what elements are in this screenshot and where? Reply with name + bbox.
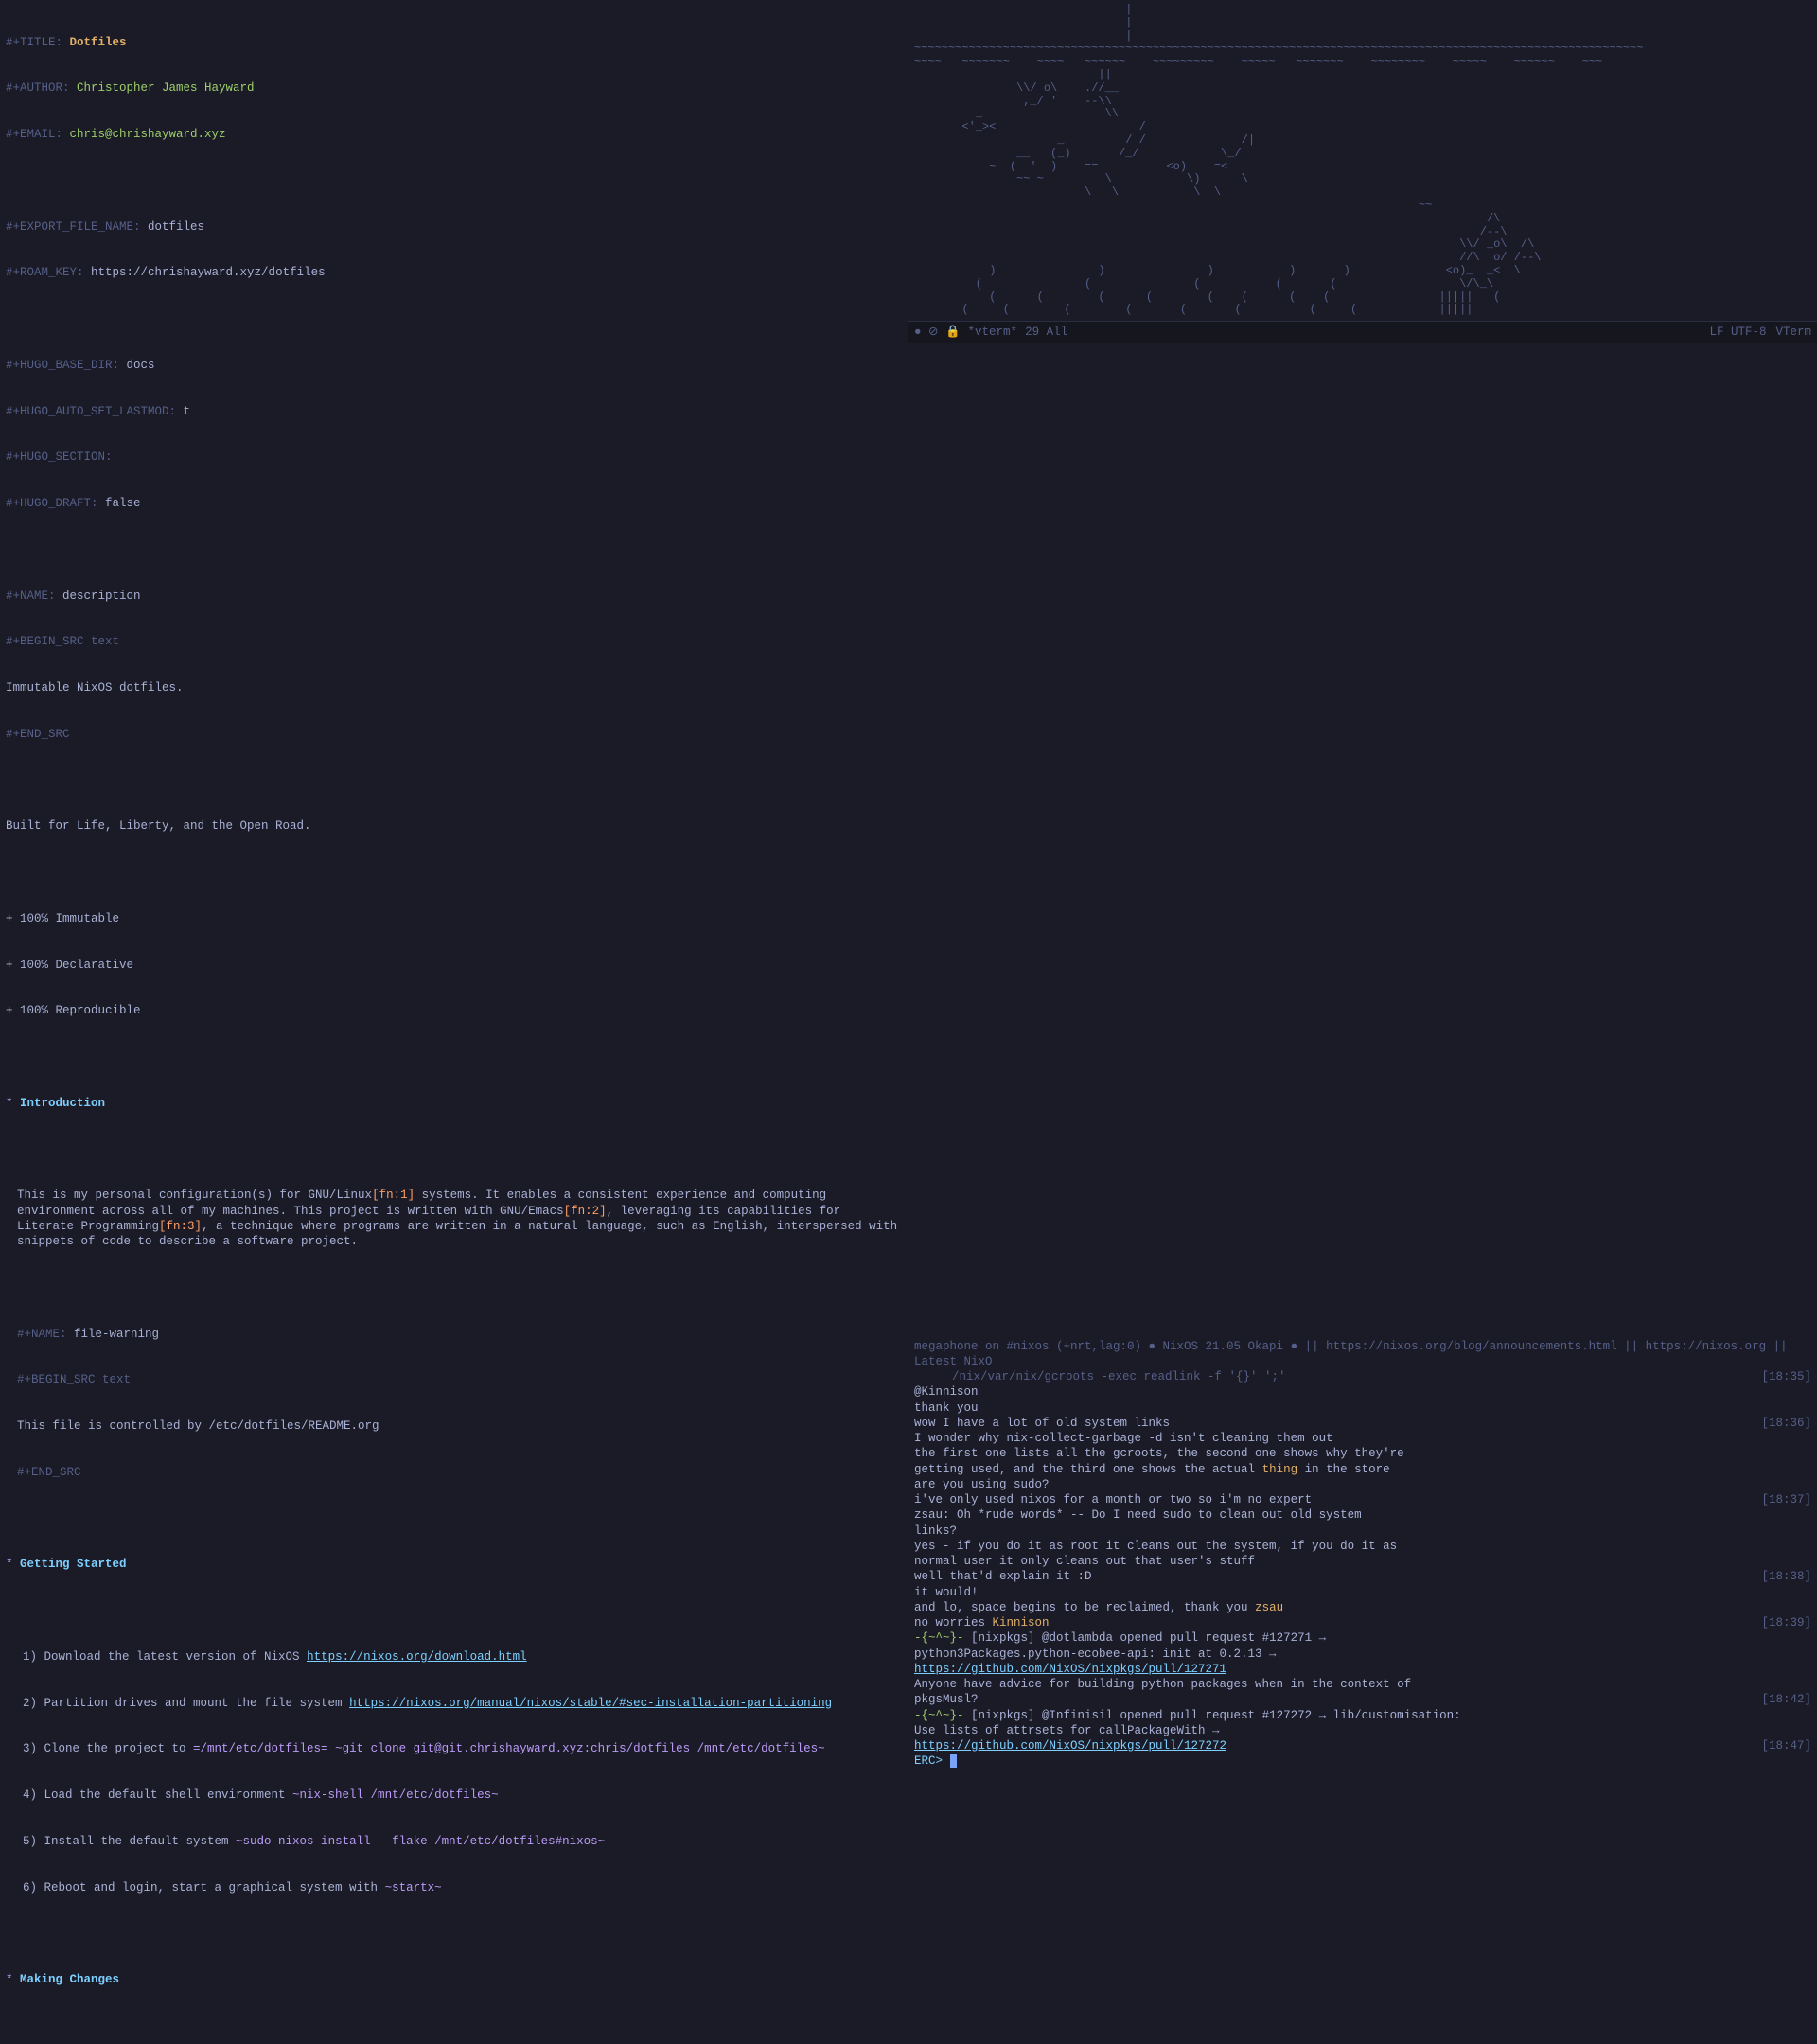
encoding: LF UTF-8 <box>1709 325 1766 340</box>
erc-pane: megaphone on #nixos (+nrt,lag:0) ● NixOS… <box>908 1337 1817 2044</box>
intro-paragraph: This is my personal configuration(s) for… <box>6 1188 902 1249</box>
bullet: + 100% Immutable <box>6 911 902 926</box>
major-mode[interactable]: VTerm <box>1775 325 1811 340</box>
erc-message: Use lists of attrsets for callPackageWit… <box>914 1723 1811 1738</box>
step-2: 2) Partition drives and mount the file s… <box>6 1696 902 1711</box>
tagline: Built for Life, Liberty, and the Open Ro… <box>6 819 902 834</box>
status-icons: ● ⊘ 🔒 <box>914 325 961 340</box>
doc-title: Dotfiles <box>70 36 127 49</box>
src-begin: #+BEGIN_SRC text <box>6 634 902 649</box>
erc-message: pkgsMusl?[18:42] <box>914 1692 1811 1707</box>
kw-name-desc: #+NAME: <box>6 590 56 603</box>
doc-author: Christopher James Hayward <box>77 81 255 95</box>
heading-star: * <box>6 1097 20 1110</box>
kw-name-warn: #+NAME: <box>17 1328 67 1341</box>
kw-hugo-draft: #+HUGO_DRAFT: <box>6 497 98 510</box>
erc-message: it would! <box>914 1585 1811 1600</box>
erc-message: getting used, and the third one shows th… <box>914 1462 1811 1477</box>
kw-hugo-base: #+HUGO_BASE_DIR: <box>6 359 119 372</box>
erc-message: wow I have a lot of old system links[18:… <box>914 1416 1811 1431</box>
erc-message: zsau: Oh *rude words* -- Do I need sudo … <box>914 1507 1811 1523</box>
erc-message: normal user it only cleans out that user… <box>914 1554 1811 1569</box>
footnote-ref[interactable]: [fn:1] <box>372 1189 415 1202</box>
vterm-buffer[interactable]: | | | ~~~~~~~~~~~~~~~~~~~~~~~~~~~~~~~~~~… <box>908 0 1817 322</box>
erc-prompt[interactable]: ERC> <box>914 1753 1811 1769</box>
erc-topic-cont: /nix/var/nix/gcroots -exec readlink -f '… <box>914 1369 1811 1384</box>
erc-buffer[interactable]: megaphone on #nixos (+nrt,lag:0) ● NixOS… <box>908 1337 1817 2044</box>
step-3: 3) Clone the project to =/mnt/etc/dotfil… <box>6 1741 902 1756</box>
kw-author: #+AUTHOR: <box>6 81 70 95</box>
pr-link[interactable]: https://github.com/NixOS/nixpkgs/pull/12… <box>914 1739 1226 1753</box>
warn-body: This file is controlled by /etc/dotfiles… <box>6 1418 902 1434</box>
bullet: + 100% Declarative <box>6 958 902 973</box>
right-pane: | | | ~~~~~~~~~~~~~~~~~~~~~~~~~~~~~~~~~~… <box>908 0 1817 2044</box>
step-6: 6) Reboot and login, start a graphical s… <box>6 1880 902 1895</box>
erc-message: I wonder why nix-collect-garbage -d isn'… <box>914 1431 1811 1446</box>
footnote-ref[interactable]: [fn:2] <box>564 1205 607 1218</box>
heading-star: * <box>6 1973 20 1986</box>
step-5: 5) Install the default system ~sudo nixo… <box>6 1834 902 1849</box>
kw-export: #+EXPORT_FILE_NAME: <box>6 220 141 234</box>
kw-email: #+EMAIL: <box>6 128 62 141</box>
bullet: + 100% Reproducible <box>6 1003 902 1018</box>
modeline-vterm[interactable]: ● ⊘ 🔒 *vterm* 29 All LF UTF-8 VTerm <box>908 322 1817 343</box>
heading-star: * <box>6 1558 20 1571</box>
erc-message: well that'd explain it :D[18:38] <box>914 1569 1811 1584</box>
erc-message: are you using sudo? <box>914 1477 1811 1492</box>
erc-message: https://github.com/NixOS/nixpkgs/pull/12… <box>914 1738 1811 1753</box>
erc-message: @Kinnison <box>914 1384 1811 1400</box>
erc-message: yes - if you do it as root it cleans out… <box>914 1539 1811 1554</box>
editor-pane: #+TITLE: Dotfiles #+AUTHOR: Christopher … <box>0 0 908 2044</box>
step-1: 1) Download the latest version of NixOS … <box>6 1649 902 1665</box>
kw-roam: #+ROAM_KEY: <box>6 266 84 279</box>
partition-link[interactable]: https://nixos.org/manual/nixos/stable/#s… <box>349 1697 832 1710</box>
src-end: #+END_SRC <box>6 727 902 742</box>
kw-hugo-section: #+HUGO_SECTION: <box>6 450 113 464</box>
kw-title: #+TITLE: <box>6 36 62 49</box>
editor-buffer[interactable]: #+TITLE: Dotfiles #+AUTHOR: Christopher … <box>0 0 908 2044</box>
erc-message: thank you <box>914 1401 1811 1416</box>
download-link[interactable]: https://nixos.org/download.html <box>307 1650 527 1664</box>
erc-message: no worries Kinnison[18:39] <box>914 1615 1811 1630</box>
erc-topic: megaphone on #nixos (+nrt,lag:0) ● NixOS… <box>914 1339 1811 1370</box>
heading-making-changes[interactable]: Making Changes <box>20 1973 119 1986</box>
src-begin: #+BEGIN_SRC text <box>6 1372 902 1387</box>
desc-body: Immutable NixOS dotfiles. <box>6 680 902 696</box>
erc-message: links? <box>914 1524 1811 1539</box>
kw-hugo-lastmod: #+HUGO_AUTO_SET_LASTMOD: <box>6 405 176 418</box>
erc-message: i've only used nixos for a month or two … <box>914 1492 1811 1507</box>
heading-getting-started[interactable]: Getting Started <box>20 1558 127 1571</box>
pr-link[interactable]: https://github.com/NixOS/nixpkgs/pull/12… <box>914 1663 1226 1676</box>
erc-message: python3Packages.python-ecobee-api: init … <box>914 1647 1811 1662</box>
step-4: 4) Load the default shell environment ~n… <box>6 1788 902 1803</box>
erc-message: the first one lists all the gcroots, the… <box>914 1446 1811 1461</box>
erc-message: -{~^~}- [nixpkgs] @dotlambda opened pull… <box>914 1630 1811 1646</box>
erc-message: https://github.com/NixOS/nixpkgs/pull/12… <box>914 1662 1811 1677</box>
erc-message: and lo, space begins to be reclaimed, th… <box>914 1600 1811 1615</box>
src-end: #+END_SRC <box>6 1465 902 1480</box>
buffer-position: 29 All <box>1025 325 1067 340</box>
erc-message: Anyone have advice for building python p… <box>914 1677 1811 1692</box>
erc-message: -{~^~}- [nixpkgs] @Infinisil opened pull… <box>914 1708 1811 1723</box>
buffer-name[interactable]: *vterm* <box>968 325 1018 340</box>
doc-email: chris@chrishayward.xyz <box>70 128 226 141</box>
footnote-ref[interactable]: [fn:3] <box>159 1220 202 1233</box>
heading-intro[interactable]: Introduction <box>20 1097 105 1110</box>
